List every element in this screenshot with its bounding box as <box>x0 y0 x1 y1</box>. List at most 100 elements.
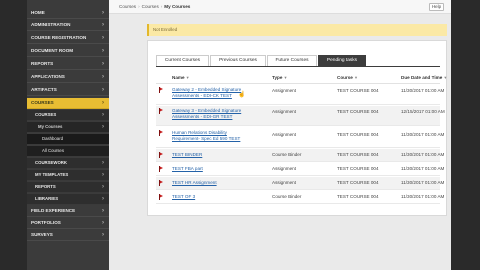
task-due: 11/30/2017 01:00 AM <box>401 152 445 157</box>
enrollment-alert: Not Enrolled <box>147 24 447 36</box>
nav-field-experience[interactable]: FIELD EXPERIENCE › <box>27 206 109 217</box>
nav-sub-all-courses[interactable]: All Courses <box>27 146 109 157</box>
task-course: TEST COURSE 004 <box>337 88 379 93</box>
nav-label: SURVEYS <box>31 232 53 237</box>
nav-label: DOCUMENT ROOM <box>31 48 74 53</box>
breadcrumb-separator: › <box>138 4 140 9</box>
table-row: Gateway 2 - Embedded Signature Assessmen… <box>156 85 444 105</box>
chevron-right-icon: › <box>102 10 104 16</box>
flag-icon <box>159 194 163 200</box>
chevron-right-icon: › <box>102 112 104 118</box>
sort-arrow-icon: ▾ <box>186 75 189 80</box>
sort-arrow-icon: ▾ <box>444 75 447 80</box>
table-row: TEST FBA part Assignment TEST COURSE 004… <box>156 163 444 176</box>
table-row: Human Relations Disability Requirement- … <box>156 127 444 148</box>
nav-course-registration[interactable]: COURSE REGISTRATION › <box>27 33 109 44</box>
chevron-right-icon: › <box>102 74 104 80</box>
nav-label: COURSES <box>31 100 54 105</box>
nav-document-room[interactable]: DOCUMENT ROOM › <box>27 46 109 57</box>
flag-icon <box>159 130 163 136</box>
task-name-link[interactable]: Gateway 3 - Embedded Signature Assessmen… <box>172 108 252 120</box>
tab-current-courses[interactable]: Current Courses <box>156 55 209 66</box>
nav-label: FIELD EXPERIENCE <box>31 208 76 213</box>
nav-applications[interactable]: APPLICATIONS › <box>27 72 109 83</box>
nav-sub-dashboard[interactable]: Dashboard <box>27 134 109 145</box>
task-due: 12/15/2017 01:00 AM <box>401 109 445 114</box>
task-due: 11/30/2017 01:00 AM <box>401 194 445 199</box>
nav-sub-reports[interactable]: REPORTS › <box>27 182 109 193</box>
top-bar: Courses › Courses › My Courses Help <box>109 0 451 14</box>
nav-label: REPORTS <box>31 61 54 66</box>
nav-home[interactable]: HOME › <box>27 8 109 19</box>
nav-artifacts[interactable]: ARTIFACTS › <box>27 85 109 96</box>
chevron-right-icon: › <box>102 35 104 41</box>
breadcrumb-separator: › <box>160 4 163 9</box>
nav-label: HOME <box>31 10 45 15</box>
header-label: Name <box>172 75 185 80</box>
task-name-link[interactable]: TEST HR Assignment <box>172 180 252 186</box>
task-name-link[interactable]: TEST BINDER <box>172 152 252 158</box>
nav-label: All Courses <box>42 148 64 153</box>
tab-pending-tasks[interactable]: Pending tasks <box>318 55 366 66</box>
breadcrumb: Courses › Courses › My Courses <box>119 4 190 9</box>
breadcrumb-courses-2[interactable]: Courses <box>142 4 159 9</box>
nav-sub-my-courses[interactable]: My Courses › <box>27 122 109 133</box>
task-due: 11/30/2017 01:00 AM <box>401 132 445 137</box>
flag-icon <box>159 166 163 172</box>
task-type: Course Binder <box>272 194 302 199</box>
table-row: Gateway 3 - Embedded Signature Assessmen… <box>156 106 445 126</box>
chevron-right-icon: › <box>102 172 104 178</box>
breadcrumb-current: My Courses <box>164 4 191 9</box>
main-content: Not Enrolled Current Courses Previous Co… <box>109 14 451 270</box>
nav-sub-coursework[interactable]: COURSEWORK › <box>27 158 109 169</box>
chevron-right-icon: › <box>102 48 104 54</box>
nav-sub-courses[interactable]: COURSES › <box>27 110 109 121</box>
chevron-right-icon: › <box>102 220 104 226</box>
task-due: 11/30/2017 01:00 AM <box>401 166 445 171</box>
task-type: Course Binder <box>272 152 302 157</box>
column-header-type[interactable]: Type ▾ <box>272 75 287 81</box>
nav-courses[interactable]: COURSES › <box>27 98 109 109</box>
task-type: Assignment <box>272 180 297 185</box>
task-type: Assignment <box>272 109 297 114</box>
help-button[interactable]: Help <box>429 3 444 11</box>
task-name-link[interactable]: Human Relations Disability Requirement- … <box>172 130 252 142</box>
chevron-right-icon: › <box>102 87 104 93</box>
task-type: Assignment <box>272 132 297 137</box>
chevron-right-icon: › <box>102 184 104 190</box>
task-course: TEST COURSE 004 <box>337 152 379 157</box>
nav-reports[interactable]: REPORTS › <box>27 59 109 70</box>
nav-surveys[interactable]: SURVEYS › <box>27 230 109 241</box>
nav-label: PORTFOLIOS <box>31 220 61 225</box>
nav-administration[interactable]: ADMINISTRATION › <box>27 20 109 31</box>
breadcrumb-courses[interactable]: Courses <box>119 4 136 9</box>
header-label: Course <box>337 75 353 80</box>
sidebar: HOME › ADMINISTRATION › COURSE REGISTRATIO… <box>27 0 109 270</box>
nav-sub-my-templates[interactable]: MY TEMPLATES › <box>27 170 109 181</box>
column-header-course[interactable]: Course ▾ <box>337 75 357 81</box>
flag-icon <box>159 87 163 93</box>
chevron-right-icon: › <box>102 196 104 202</box>
table-row: TEST OF 3 Course Binder TEST COURSE 004 … <box>156 191 444 204</box>
nav-label: Dashboard <box>42 136 64 141</box>
header-label: Due Date and Time <box>401 75 443 80</box>
chevron-right-icon: › <box>102 124 104 130</box>
task-type: Assignment <box>272 88 297 93</box>
nav-sub-libraries[interactable]: LIBRARIES › <box>27 194 109 205</box>
task-course: TEST COURSE 004 <box>337 180 379 185</box>
nav-portfolios[interactable]: PORTFOLIOS › <box>27 218 109 229</box>
chevron-right-icon: › <box>102 22 104 28</box>
app-window: HOME › ADMINISTRATION › COURSE REGISTRATIO… <box>27 0 451 270</box>
column-header-due[interactable]: Due Date and Time ▾ <box>401 75 447 81</box>
task-course: TEST COURSE 004 <box>337 166 379 171</box>
courses-panel: Current Courses Previous Courses Future … <box>147 40 447 216</box>
tab-future-courses[interactable]: Future Courses <box>267 55 317 66</box>
column-header-name[interactable]: Name ▾ <box>172 75 189 81</box>
nav-label: COURSEWORK <box>35 160 67 165</box>
chevron-right-icon: › <box>102 61 104 67</box>
task-name-link[interactable]: TEST OF 3 <box>172 194 252 200</box>
task-due: 11/30/2017 01:00 AM <box>401 88 445 93</box>
task-due: 11/30/2017 01:00 AM <box>401 180 445 185</box>
task-name-link[interactable]: TEST FBA part <box>172 166 252 172</box>
tab-previous-courses[interactable]: Previous Courses <box>210 55 266 66</box>
